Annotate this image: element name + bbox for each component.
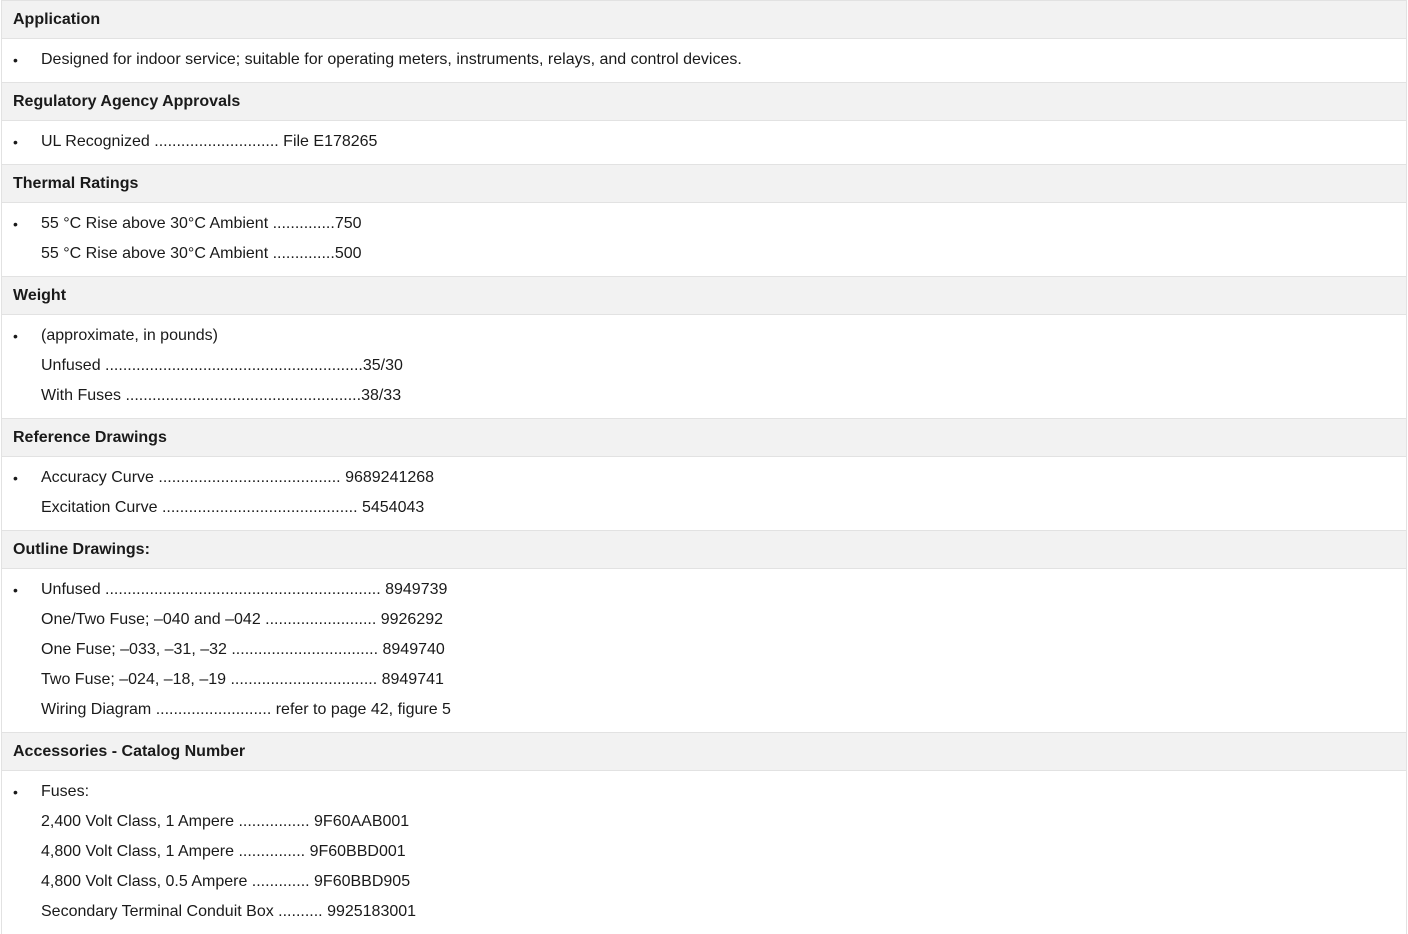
bullet-icon: • [13,216,18,232]
spec-text: With Fuses .............................… [41,387,402,404]
section-outline-drawings: Outline Drawings: • Unfused ............… [2,530,1406,732]
spec-text: Secondary Terminal Conduit Box .........… [41,903,417,920]
section-title: Thermal Ratings [2,164,1406,203]
section-application: Application • Designed for indoor servic… [2,0,1406,82]
section-weight: Weight • (approximate, in pounds) Unfuse… [2,276,1406,418]
section-title: Weight [2,276,1406,315]
spec-line: With Fuses .............................… [2,384,1406,414]
spec-line: Excitation Curve .......................… [2,496,1406,526]
section-title: Application [2,0,1406,39]
spec-text: 55 °C Rise above 30°C Ambient ..........… [41,215,362,232]
bullet-icon: • [13,134,18,150]
spec-line: • 55 °C Rise above 30°C Ambient ........… [2,212,1406,242]
spec-text: UL Recognized ..........................… [41,133,378,150]
spec-text: Fuses: [41,783,90,800]
spec-line: 55 °C Rise above 30°C Ambient ..........… [2,242,1406,272]
section-body: • Unfused ..............................… [2,569,1406,732]
spec-text: One Fuse; –033, –31, –32 ...............… [41,641,445,658]
spec-text: 4,800 Volt Class, 0.5 Ampere ...........… [41,873,411,890]
section-reference-drawings: Reference Drawings • Accuracy Curve ....… [2,418,1406,530]
spec-text: 4,800 Volt Class, 1 Ampere .............… [41,843,406,860]
spec-text: Wiring Diagram .........................… [41,701,451,718]
spec-line: • Fuses: [2,780,1406,810]
spec-text: Unfused ................................… [41,581,448,598]
section-thermal-ratings: Thermal Ratings • 55 °C Rise above 30°C … [2,164,1406,276]
spec-text: Accuracy Curve .........................… [41,469,435,486]
section-regulatory-approvals: Regulatory Agency Approvals • UL Recogni… [2,82,1406,164]
section-body: • (approximate, in pounds) Unfused .....… [2,315,1406,418]
bullet-icon: • [13,582,18,598]
spec-text: 2,400 Volt Class, 1 Ampere .............… [41,813,410,830]
spec-line: 4,800 Volt Class, 1 Ampere .............… [2,840,1406,870]
section-body: • UL Recognized ........................… [2,121,1406,164]
section-title: Reference Drawings [2,418,1406,457]
section-body: • Fuses: 2,400 Volt Class, 1 Ampere ....… [2,771,1406,934]
spec-line: 4,800 Volt Class, 0.5 Ampere ...........… [2,870,1406,900]
spec-line: Wiring Diagram .........................… [2,698,1406,728]
spec-text: Designed for indoor service; suitable fo… [41,51,742,68]
spec-line: One Fuse; –033, –31, –32 ...............… [2,638,1406,668]
spec-text: One/Two Fuse; –040 and –042 ............… [41,611,444,628]
bullet-icon: • [13,52,18,68]
spec-line: • (approximate, in pounds) [2,324,1406,354]
spec-line: 2,400 Volt Class, 1 Ampere .............… [2,810,1406,840]
spec-text: 55 °C Rise above 30°C Ambient ..........… [41,245,362,262]
bullet-icon: • [13,328,18,344]
spec-text: Two Fuse; –024, –18, –19 ...............… [41,671,444,688]
section-title: Outline Drawings: [2,530,1406,569]
section-body: • Designed for indoor service; suitable … [2,39,1406,82]
spec-line: Two Fuse; –024, –18, –19 ...............… [2,668,1406,698]
spec-line: • Accuracy Curve .......................… [2,466,1406,496]
spec-line: • Designed for indoor service; suitable … [2,48,1406,78]
spec-line: • UL Recognized ........................… [2,130,1406,160]
section-body: • 55 °C Rise above 30°C Ambient ........… [2,203,1406,276]
spec-sheet: Application • Designed for indoor servic… [1,0,1407,934]
spec-text: Excitation Curve .......................… [41,499,425,516]
spec-text: Unfused ................................… [41,357,403,374]
spec-line: • Unfused ..............................… [2,578,1406,608]
spec-line: Secondary Terminal Conduit Box .........… [2,900,1406,930]
bullet-icon: • [13,784,18,800]
spec-line: One/Two Fuse; –040 and –042 ............… [2,608,1406,638]
spec-line: Unfused ................................… [2,354,1406,384]
section-title: Accessories - Catalog Number [2,732,1406,771]
section-body: • Accuracy Curve .......................… [2,457,1406,530]
bullet-icon: • [13,470,18,486]
section-title: Regulatory Agency Approvals [2,82,1406,121]
section-accessories: Accessories - Catalog Number • Fuses: 2,… [2,732,1406,934]
spec-text: (approximate, in pounds) [41,327,218,344]
